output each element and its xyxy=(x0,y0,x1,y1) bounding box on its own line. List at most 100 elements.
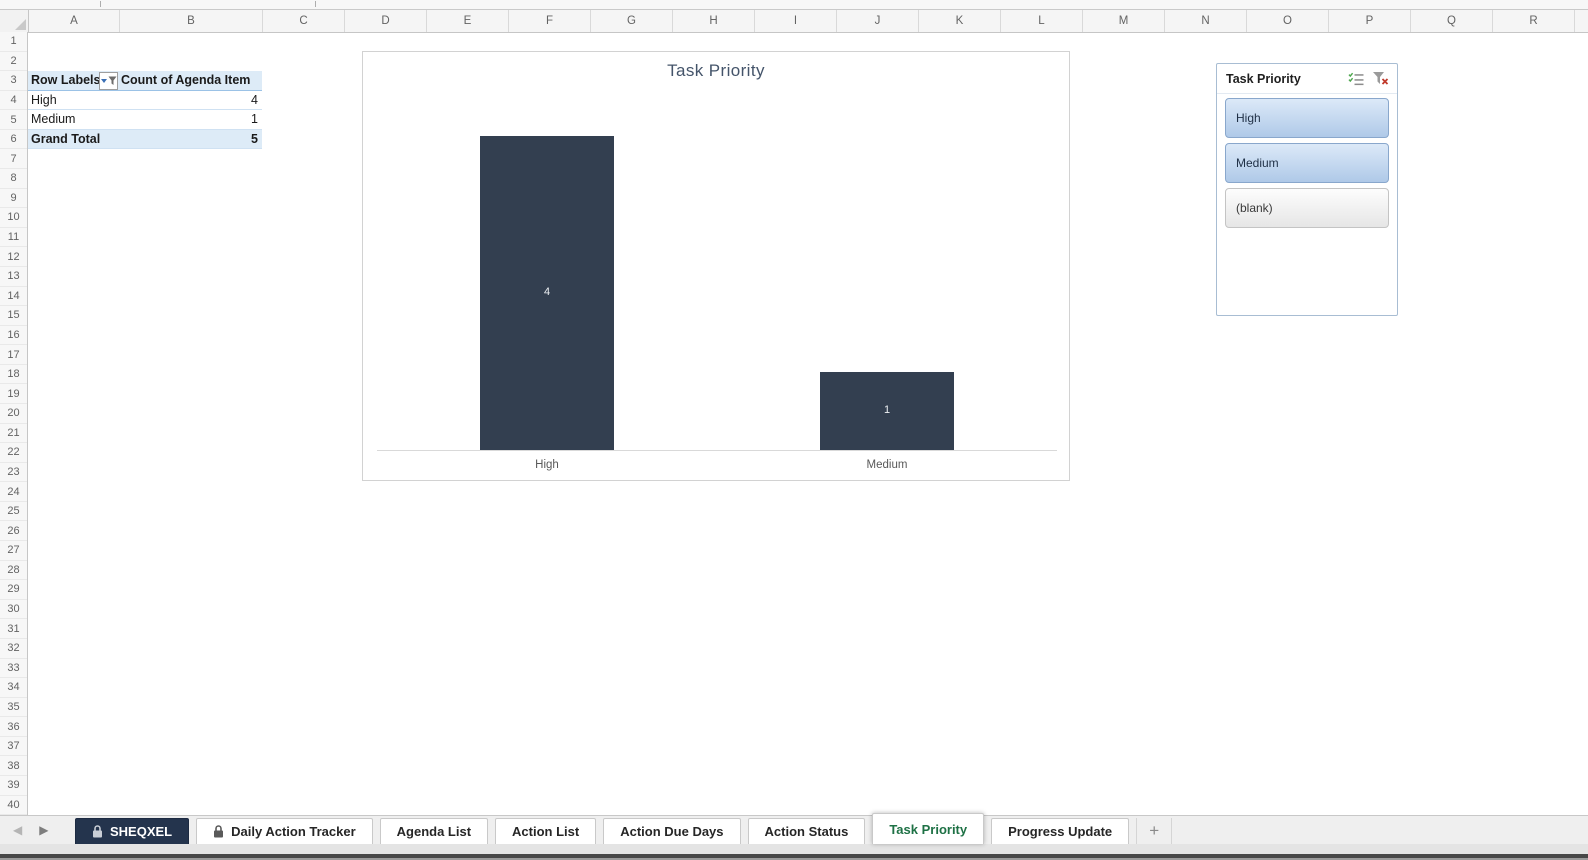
row-header-12[interactable]: 12 xyxy=(0,247,27,267)
next-sheet-arrow[interactable]: ▶ xyxy=(39,824,48,836)
row-header-20[interactable]: 20 xyxy=(0,404,27,424)
slicer-item-high[interactable]: High xyxy=(1225,98,1389,138)
row-header-40[interactable]: 40 xyxy=(0,796,27,816)
row-header-38[interactable]: 38 xyxy=(0,756,27,776)
column-header-L[interactable]: L xyxy=(1001,10,1083,32)
sheet-tab-label: Progress Update xyxy=(1008,824,1113,839)
prev-sheet-arrow[interactable]: ◀ xyxy=(13,824,22,836)
row-header-24[interactable]: 24 xyxy=(0,482,27,502)
sheet-tab-agenda-list[interactable]: Agenda List xyxy=(379,818,489,844)
column-header-I[interactable]: I xyxy=(755,10,837,32)
column-header-O[interactable]: O xyxy=(1247,10,1329,32)
row-header-30[interactable]: 30 xyxy=(0,600,27,620)
row-header-1[interactable]: 1 xyxy=(0,32,27,52)
pane-split-tick xyxy=(100,1,101,7)
row-header-19[interactable]: 19 xyxy=(0,384,27,404)
tab-navigation: ◀ ▶ xyxy=(0,816,75,844)
row-header-35[interactable]: 35 xyxy=(0,698,27,718)
row-header-31[interactable]: 31 xyxy=(0,619,27,639)
slicer-items: High Medium (blank) xyxy=(1217,94,1397,228)
pivot-row-label[interactable]: High xyxy=(28,93,119,107)
row-header-18[interactable]: 18 xyxy=(0,365,27,385)
row-header-27[interactable]: 27 xyxy=(0,541,27,561)
column-header-K[interactable]: K xyxy=(919,10,1001,32)
pivot-row-medium: Medium 1 xyxy=(28,110,262,130)
row-header-39[interactable]: 39 xyxy=(0,776,27,796)
add-sheet-button[interactable]: + xyxy=(1136,818,1173,844)
sheet-tab-task-priority[interactable]: Task Priority xyxy=(872,813,985,844)
select-all-button[interactable] xyxy=(0,10,29,32)
row-header-32[interactable]: 32 xyxy=(0,639,27,659)
sheet-tab-progress-update[interactable]: Progress Update xyxy=(991,818,1130,844)
task-priority-chart[interactable]: Task Priority 4 High 1 Medium xyxy=(362,51,1070,481)
pivot-row-value[interactable]: 4 xyxy=(119,93,262,107)
row-labels-filter-button[interactable] xyxy=(99,72,118,91)
sheet-tab-daily-action-tracker[interactable]: Daily Action Tracker xyxy=(196,818,373,844)
row-header-21[interactable]: 21 xyxy=(0,424,27,444)
chart-title: Task Priority xyxy=(667,61,765,80)
row-header-10[interactable]: 10 xyxy=(0,208,27,228)
row-header-33[interactable]: 33 xyxy=(0,659,27,679)
column-header-F[interactable]: F xyxy=(509,10,591,32)
column-header-A[interactable]: A xyxy=(29,10,120,32)
row-header-15[interactable]: 15 xyxy=(0,306,27,326)
row-header-17[interactable]: 17 xyxy=(0,345,27,365)
row-header-14[interactable]: 14 xyxy=(0,287,27,307)
row-header-8[interactable]: 8 xyxy=(0,169,27,189)
row-header-5[interactable]: 5 xyxy=(0,110,27,130)
column-header-G[interactable]: G xyxy=(591,10,673,32)
pivot-row-value[interactable]: 1 xyxy=(119,112,262,126)
row-header-7[interactable]: 7 xyxy=(0,149,27,170)
slicer-item-medium[interactable]: Medium xyxy=(1225,143,1389,183)
row-header-6[interactable]: 6 xyxy=(0,130,27,150)
row-headers: 1 2 3 4 5 6 7 8 9 10 11 12 13 14 15 16 17 18 19 20 21 22 23 24 2… xyxy=(0,32,28,816)
row-header-34[interactable]: 34 xyxy=(0,678,27,698)
pivot-row-labels-cell[interactable]: Row Labels xyxy=(28,72,119,91)
column-header-D[interactable]: D xyxy=(345,10,427,32)
row-header-16[interactable]: 16 xyxy=(0,326,27,346)
column-header-B[interactable]: B xyxy=(120,10,263,32)
pivot-row-high: High 4 xyxy=(28,91,262,111)
sheet-tab-action-status[interactable]: Action Status xyxy=(747,818,866,844)
pivot-total-label[interactable]: Grand Total xyxy=(28,132,119,146)
column-header-H[interactable]: H xyxy=(673,10,755,32)
bar-data-label: 1 xyxy=(883,403,891,416)
row-header-26[interactable]: 26 xyxy=(0,521,27,542)
row-header-3[interactable]: 3 xyxy=(0,71,27,91)
chart-x-axis-line xyxy=(377,450,1057,451)
pivot-total-value[interactable]: 5 xyxy=(119,132,262,146)
row-header-9[interactable]: 9 xyxy=(0,189,27,209)
row-header-4[interactable]: 4 xyxy=(0,91,27,111)
column-header-C[interactable]: C xyxy=(263,10,345,32)
column-header-E[interactable]: E xyxy=(427,10,509,32)
clear-filter-icon[interactable] xyxy=(1370,70,1390,88)
column-header-M[interactable]: M xyxy=(1083,10,1165,32)
spreadsheet-window: ABCDEFGHIJKLMNOPQR 1 2 3 4 5 6 7 8 9 10 11 12 13 14 15… xyxy=(0,0,1588,860)
sheet-tab-action-list[interactable]: Action List xyxy=(495,818,597,844)
row-header-36[interactable]: 36 xyxy=(0,717,27,737)
column-header-N[interactable]: N xyxy=(1165,10,1247,32)
row-header-11[interactable]: 11 xyxy=(0,228,27,248)
row-header-22[interactable]: 22 xyxy=(0,443,27,463)
column-header-P[interactable]: P xyxy=(1329,10,1411,32)
column-header-Q[interactable]: Q xyxy=(1411,10,1493,32)
slicer-item-blank[interactable]: (blank) xyxy=(1225,188,1389,228)
sheet-tab-label: Action List xyxy=(512,824,580,839)
multi-select-icon[interactable] xyxy=(1346,70,1366,88)
row-header-23[interactable]: 23 xyxy=(0,463,27,483)
column-header-R[interactable]: R xyxy=(1493,10,1575,32)
row-header-28[interactable]: 28 xyxy=(0,561,27,581)
pivot-row-label[interactable]: Medium xyxy=(28,112,119,126)
row-header-25[interactable]: 25 xyxy=(0,502,27,522)
row-header-37[interactable]: 37 xyxy=(0,737,27,757)
pivot-header-row: Row Labels Count of Agenda Item xyxy=(28,71,262,91)
column-header-J[interactable]: J xyxy=(837,10,919,32)
row-header-29[interactable]: 29 xyxy=(0,580,27,600)
row-header-2[interactable]: 2 xyxy=(0,52,27,72)
bar-data-label: 4 xyxy=(543,286,551,298)
pivot-value-header-cell[interactable]: Count of Agenda Item xyxy=(119,73,262,87)
task-priority-slicer[interactable]: Task Priority High Medium (blank) xyxy=(1216,63,1398,316)
sheet-tab-action-due-days[interactable]: Action Due Days xyxy=(603,818,741,844)
row-header-13[interactable]: 13 xyxy=(0,267,27,287)
sheet-tab-sheqxel[interactable]: SHEQXEL xyxy=(75,818,190,844)
